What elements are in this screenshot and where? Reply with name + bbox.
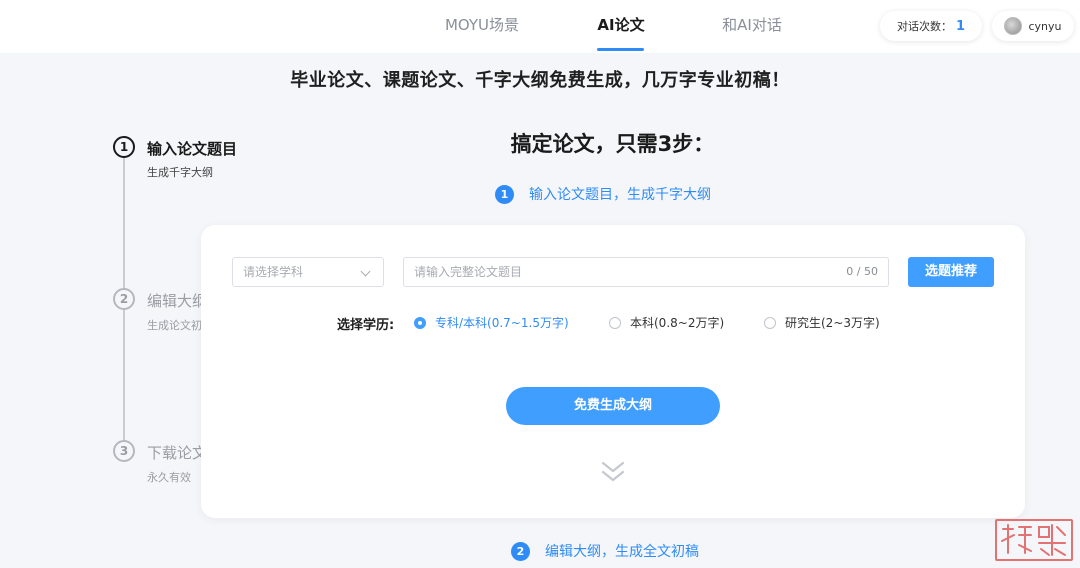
radio-education-junior[interactable]: 专科/本科(0.7~1.5万字) (414, 314, 569, 331)
flow-step-1: 1 输入论文题目，生成千字大纲 (495, 184, 711, 204)
radio-unchecked-icon (764, 316, 776, 329)
tab-moyu-scene[interactable]: MOYU场景 (436, 0, 528, 53)
chat-count-badge: 对话次数： 1 (880, 11, 982, 41)
tab-ai-paper[interactable]: AI论文 (590, 0, 652, 53)
step-3-title: 下载论文 (147, 444, 208, 462)
step-3-subtitle: 永久有效 (147, 471, 191, 484)
top-nav: MOYU场景 AI论文 和AI对话 对话次数： 1 cynyu (0, 0, 1080, 53)
radio-education-graduate[interactable]: 研究生(2~3万字) (764, 314, 880, 331)
topic-input[interactable]: 请输入完整论文题目 0 / 50 (403, 257, 889, 287)
page-headline: 毕业论文、课题论文、千字大纲免费生成，几万字专业初稿！ (290, 70, 790, 91)
radio-education-graduate-label: 研究生(2~3万字) (785, 316, 880, 330)
education-label: 选择学历: (337, 318, 395, 333)
step-1-subtitle: 生成千字大纲 (147, 166, 213, 179)
flow-step-2: 2 编辑大纲，生成全文初稿 (511, 541, 699, 561)
active-tab-indicator (597, 48, 644, 51)
topic-recommend-button[interactable]: 选题推荐 (908, 257, 994, 287)
watermark-stamp-logo (995, 519, 1073, 561)
radio-unchecked-icon (609, 316, 621, 329)
step-2-title: 编辑大纲 (147, 292, 208, 310)
chat-count-value: 1 (955, 18, 966, 34)
outline-form-card: 请选择学科 请输入完整论文题目 0 / 50 选题推荐 选择学历: 专科/本科(… (201, 225, 1025, 518)
flow-step-1-label: 输入论文题目，生成千字大纲 (529, 187, 711, 203)
subject-select-placeholder: 请选择学科 (243, 265, 304, 279)
step-3-number: 3 (113, 440, 135, 462)
double-chevron-down-icon[interactable] (601, 461, 625, 483)
tab-ai-chat[interactable]: 和AI对话 (714, 0, 790, 53)
radio-education-junior-label: 专科/本科(0.7~1.5万字) (435, 316, 569, 330)
user-menu[interactable]: cynyu (992, 11, 1074, 41)
topic-char-counter: 0 / 50 (846, 265, 878, 278)
avatar (1004, 17, 1023, 35)
username: cynyu (1028, 19, 1062, 33)
radio-checked-icon (414, 316, 426, 329)
radio-education-bachelor[interactable]: 本科(0.8~2万字) (609, 314, 724, 331)
step-2-number: 2 (113, 288, 135, 310)
chat-count-label: 对话次数： (896, 20, 952, 33)
subject-select[interactable]: 请选择学科 (232, 257, 384, 287)
topic-input-placeholder: 请输入完整论文题目 (414, 265, 523, 279)
flow-step-2-number: 2 (511, 541, 530, 561)
flow-step-1-number: 1 (495, 184, 514, 204)
watermark-glyph-icon (1001, 524, 1066, 556)
flow-step-2-label: 编辑大纲，生成全文初稿 (545, 544, 699, 560)
generate-outline-button[interactable]: 免费生成大纲 (506, 387, 720, 425)
radio-education-bachelor-label: 本科(0.8~2万字) (630, 316, 725, 330)
chevron-down-icon (360, 266, 371, 277)
main-heading: 搞定论文，只需3步： (510, 132, 715, 156)
